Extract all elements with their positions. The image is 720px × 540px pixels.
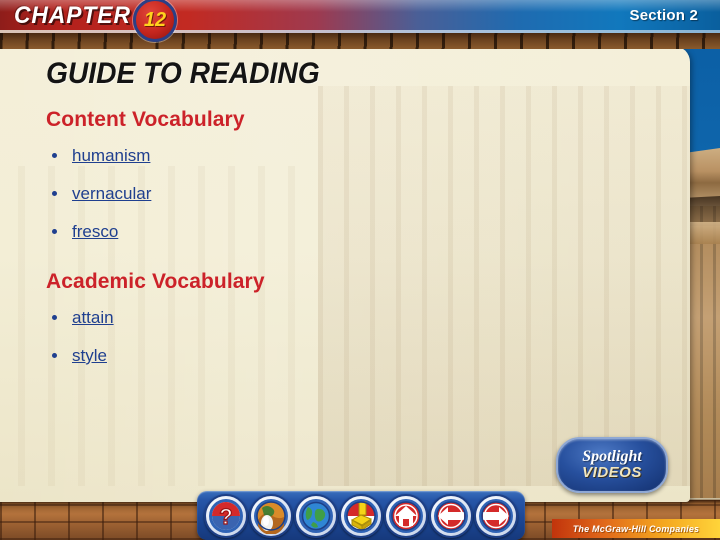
arrow-left-icon [434,498,469,533]
vocab-term-link[interactable]: style [72,346,107,365]
bullet-icon [52,353,57,358]
forward-button[interactable] [474,493,519,538]
content-vocabulary-heading: Content Vocabulary [46,108,245,131]
banner-texture-strip [0,33,720,49]
spotlight-label-line2: VIDEOS [582,464,642,481]
bullet-icon [52,229,57,234]
vocab-term-link[interactable]: attain [72,308,114,327]
chapter-number: 12 [143,8,167,31]
list-item: fresco [46,222,526,242]
bullet-icon [52,191,57,196]
bullet-icon [52,153,57,158]
list-item: vernacular [46,184,526,204]
list-item: style [46,346,526,366]
publisher-label: The McGraw-Hill Companies [572,523,700,534]
reference-button[interactable] [338,493,383,538]
svg-text:?: ? [219,504,232,529]
spotlight-videos-button[interactable]: Spotlight VIDEOS [556,437,668,493]
navigation-bar: ? [197,491,525,540]
artifacts-globe-icon [253,498,288,534]
home-icon [389,498,424,533]
vocabulary-content: Content Vocabulary humanism vernacular f… [46,108,526,384]
world-map-button[interactable] [293,493,338,538]
chapter-label: CHAPTER [14,2,131,29]
section-label: Section 2 [629,7,698,24]
help-button[interactable]: ? [203,493,248,538]
vocab-term-link[interactable]: vernacular [72,184,151,203]
academic-vocabulary-heading: Academic Vocabulary [46,270,265,293]
list-item: humanism [46,146,526,166]
spotlight-label-line1: Spotlight [582,448,642,465]
slide-root: CHAPTER 12 Section 2 GUIDE TO READING Co… [0,0,720,540]
section-tab: Section 2 [540,0,720,31]
bullet-icon [52,315,57,320]
vocab-term-link[interactable]: humanism [72,146,150,165]
vocab-term-link[interactable]: fresco [72,222,118,241]
list-item: attain [46,308,526,328]
arrow-right-icon [479,498,514,533]
help-icon: ? [208,498,243,533]
back-button[interactable] [429,493,474,538]
reference-book-icon [343,498,378,533]
artifacts-button[interactable] [248,493,293,538]
page-title: GUIDE TO READING [46,57,320,90]
world-globe-icon [298,498,333,533]
publisher-bar: The McGraw-Hill Companies [552,519,720,538]
content-vocabulary-list: humanism vernacular fresco [46,146,526,242]
home-button[interactable] [384,493,429,538]
chapter-number-badge: 12 [133,0,177,42]
academic-vocabulary-list: attain style [46,308,526,366]
